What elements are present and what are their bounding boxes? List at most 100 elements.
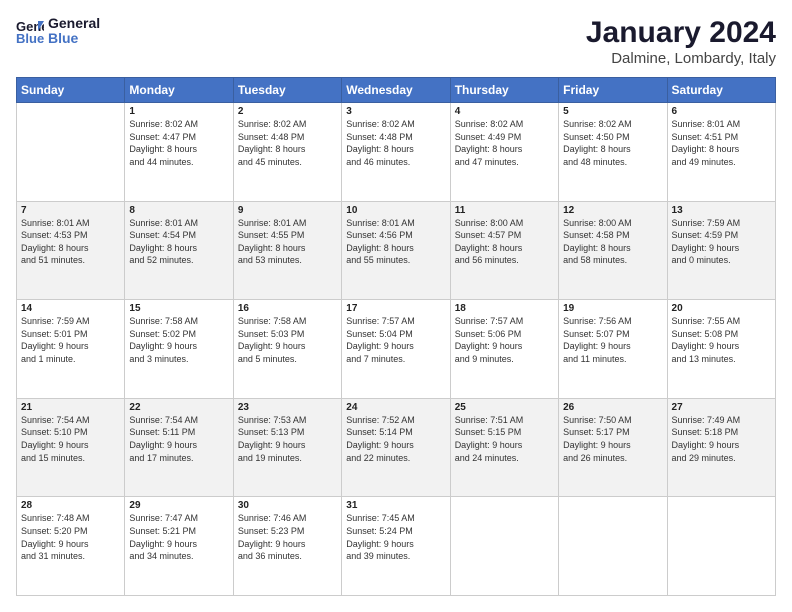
day-number: 21 — [21, 402, 120, 413]
day-number: 13 — [672, 205, 771, 216]
calendar-table: Sunday Monday Tuesday Wednesday Thursday… — [16, 77, 776, 596]
calendar-cell: 5Sunrise: 8:02 AM Sunset: 4:50 PM Daylig… — [559, 103, 667, 202]
col-friday: Friday — [559, 78, 667, 103]
calendar-cell: 4Sunrise: 8:02 AM Sunset: 4:49 PM Daylig… — [450, 103, 558, 202]
day-info: Sunrise: 7:57 AM Sunset: 5:04 PM Dayligh… — [346, 315, 445, 365]
calendar-cell: 22Sunrise: 7:54 AM Sunset: 5:11 PM Dayli… — [125, 398, 233, 497]
day-number: 23 — [238, 402, 337, 413]
day-info: Sunrise: 7:50 AM Sunset: 5:17 PM Dayligh… — [563, 414, 662, 464]
calendar-cell: 1Sunrise: 8:02 AM Sunset: 4:47 PM Daylig… — [125, 103, 233, 202]
calendar-cell: 2Sunrise: 8:02 AM Sunset: 4:48 PM Daylig… — [233, 103, 341, 202]
day-number: 20 — [672, 303, 771, 314]
calendar-cell: 27Sunrise: 7:49 AM Sunset: 5:18 PM Dayli… — [667, 398, 775, 497]
day-number: 15 — [129, 303, 228, 314]
day-number: 10 — [346, 205, 445, 216]
day-number: 8 — [129, 205, 228, 216]
calendar-cell: 15Sunrise: 7:58 AM Sunset: 5:02 PM Dayli… — [125, 300, 233, 399]
day-info: Sunrise: 8:00 AM Sunset: 4:57 PM Dayligh… — [455, 217, 554, 267]
calendar-cell: 9Sunrise: 8:01 AM Sunset: 4:55 PM Daylig… — [233, 201, 341, 300]
day-number: 25 — [455, 402, 554, 413]
logo: General Blue General Blue — [16, 16, 100, 47]
day-info: Sunrise: 7:57 AM Sunset: 5:06 PM Dayligh… — [455, 315, 554, 365]
day-info: Sunrise: 7:48 AM Sunset: 5:20 PM Dayligh… — [21, 512, 120, 562]
calendar-cell — [559, 497, 667, 596]
day-number: 3 — [346, 106, 445, 117]
day-info: Sunrise: 7:59 AM Sunset: 5:01 PM Dayligh… — [21, 315, 120, 365]
calendar-cell: 10Sunrise: 8:01 AM Sunset: 4:56 PM Dayli… — [342, 201, 450, 300]
calendar-cell: 31Sunrise: 7:45 AM Sunset: 5:24 PM Dayli… — [342, 497, 450, 596]
day-number: 5 — [563, 106, 662, 117]
day-number: 14 — [21, 303, 120, 314]
day-info: Sunrise: 8:02 AM Sunset: 4:50 PM Dayligh… — [563, 118, 662, 168]
day-info: Sunrise: 7:51 AM Sunset: 5:15 PM Dayligh… — [455, 414, 554, 464]
day-number: 28 — [21, 500, 120, 511]
calendar-cell: 23Sunrise: 7:53 AM Sunset: 5:13 PM Dayli… — [233, 398, 341, 497]
day-info: Sunrise: 8:02 AM Sunset: 4:47 PM Dayligh… — [129, 118, 228, 168]
calendar-week-row: 21Sunrise: 7:54 AM Sunset: 5:10 PM Dayli… — [17, 398, 776, 497]
day-number: 22 — [129, 402, 228, 413]
col-thursday: Thursday — [450, 78, 558, 103]
day-info: Sunrise: 8:01 AM Sunset: 4:54 PM Dayligh… — [129, 217, 228, 267]
day-info: Sunrise: 7:46 AM Sunset: 5:23 PM Dayligh… — [238, 512, 337, 562]
calendar-cell: 7Sunrise: 8:01 AM Sunset: 4:53 PM Daylig… — [17, 201, 125, 300]
day-info: Sunrise: 7:58 AM Sunset: 5:02 PM Dayligh… — [129, 315, 228, 365]
calendar-cell: 18Sunrise: 7:57 AM Sunset: 5:06 PM Dayli… — [450, 300, 558, 399]
day-info: Sunrise: 7:54 AM Sunset: 5:10 PM Dayligh… — [21, 414, 120, 464]
calendar-cell: 24Sunrise: 7:52 AM Sunset: 5:14 PM Dayli… — [342, 398, 450, 497]
day-number: 7 — [21, 205, 120, 216]
day-number: 26 — [563, 402, 662, 413]
day-number: 17 — [346, 303, 445, 314]
day-info: Sunrise: 7:53 AM Sunset: 5:13 PM Dayligh… — [238, 414, 337, 464]
day-info: Sunrise: 8:01 AM Sunset: 4:53 PM Dayligh… — [21, 217, 120, 267]
calendar-week-row: 28Sunrise: 7:48 AM Sunset: 5:20 PM Dayli… — [17, 497, 776, 596]
day-number: 2 — [238, 106, 337, 117]
day-info: Sunrise: 7:54 AM Sunset: 5:11 PM Dayligh… — [129, 414, 228, 464]
calendar-cell — [17, 103, 125, 202]
calendar-cell: 11Sunrise: 8:00 AM Sunset: 4:57 PM Dayli… — [450, 201, 558, 300]
day-number: 4 — [455, 106, 554, 117]
day-number: 1 — [129, 106, 228, 117]
day-number: 18 — [455, 303, 554, 314]
day-info: Sunrise: 8:02 AM Sunset: 4:49 PM Dayligh… — [455, 118, 554, 168]
calendar-cell: 14Sunrise: 7:59 AM Sunset: 5:01 PM Dayli… — [17, 300, 125, 399]
calendar-cell: 17Sunrise: 7:57 AM Sunset: 5:04 PM Dayli… — [342, 300, 450, 399]
day-info: Sunrise: 8:01 AM Sunset: 4:51 PM Dayligh… — [672, 118, 771, 168]
calendar-cell: 12Sunrise: 8:00 AM Sunset: 4:58 PM Dayli… — [559, 201, 667, 300]
col-wednesday: Wednesday — [342, 78, 450, 103]
calendar-cell: 6Sunrise: 8:01 AM Sunset: 4:51 PM Daylig… — [667, 103, 775, 202]
calendar-cell: 26Sunrise: 7:50 AM Sunset: 5:17 PM Dayli… — [559, 398, 667, 497]
logo-icon: General Blue — [16, 17, 44, 45]
day-info: Sunrise: 7:52 AM Sunset: 5:14 PM Dayligh… — [346, 414, 445, 464]
calendar-cell — [667, 497, 775, 596]
svg-text:Blue: Blue — [16, 31, 44, 45]
calendar-cell: 30Sunrise: 7:46 AM Sunset: 5:23 PM Dayli… — [233, 497, 341, 596]
calendar-week-row: 7Sunrise: 8:01 AM Sunset: 4:53 PM Daylig… — [17, 201, 776, 300]
subtitle: Dalmine, Lombardy, Italy — [586, 50, 776, 67]
calendar-week-row: 1Sunrise: 8:02 AM Sunset: 4:47 PM Daylig… — [17, 103, 776, 202]
day-number: 16 — [238, 303, 337, 314]
day-info: Sunrise: 8:01 AM Sunset: 4:56 PM Dayligh… — [346, 217, 445, 267]
calendar-cell: 25Sunrise: 7:51 AM Sunset: 5:15 PM Dayli… — [450, 398, 558, 497]
day-number: 19 — [563, 303, 662, 314]
day-info: Sunrise: 7:59 AM Sunset: 4:59 PM Dayligh… — [672, 217, 771, 267]
day-number: 6 — [672, 106, 771, 117]
day-number: 24 — [346, 402, 445, 413]
page: General Blue General Blue January 2024 D… — [0, 0, 792, 612]
day-info: Sunrise: 7:49 AM Sunset: 5:18 PM Dayligh… — [672, 414, 771, 464]
calendar-cell: 16Sunrise: 7:58 AM Sunset: 5:03 PM Dayli… — [233, 300, 341, 399]
calendar-cell: 3Sunrise: 8:02 AM Sunset: 4:48 PM Daylig… — [342, 103, 450, 202]
day-number: 27 — [672, 402, 771, 413]
day-number: 31 — [346, 500, 445, 511]
calendar-cell: 19Sunrise: 7:56 AM Sunset: 5:07 PM Dayli… — [559, 300, 667, 399]
day-number: 11 — [455, 205, 554, 216]
calendar-cell: 21Sunrise: 7:54 AM Sunset: 5:10 PM Dayli… — [17, 398, 125, 497]
logo-text: General Blue — [48, 16, 100, 47]
col-monday: Monday — [125, 78, 233, 103]
day-info: Sunrise: 7:47 AM Sunset: 5:21 PM Dayligh… — [129, 512, 228, 562]
day-info: Sunrise: 7:55 AM Sunset: 5:08 PM Dayligh… — [672, 315, 771, 365]
col-tuesday: Tuesday — [233, 78, 341, 103]
calendar-cell: 13Sunrise: 7:59 AM Sunset: 4:59 PM Dayli… — [667, 201, 775, 300]
col-saturday: Saturday — [667, 78, 775, 103]
calendar-cell: 29Sunrise: 7:47 AM Sunset: 5:21 PM Dayli… — [125, 497, 233, 596]
day-info: Sunrise: 8:01 AM Sunset: 4:55 PM Dayligh… — [238, 217, 337, 267]
